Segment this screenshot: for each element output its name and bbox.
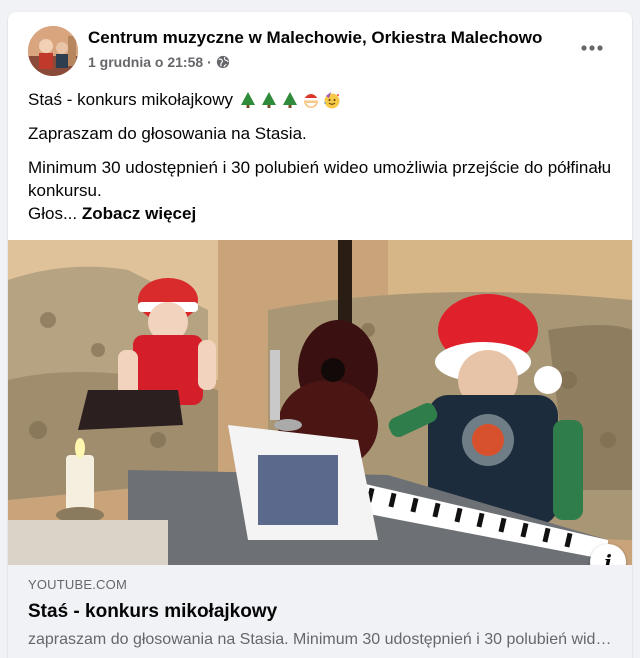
post-title-text: Staś - konkurs mikołajkowy <box>28 90 234 109</box>
post-timestamp[interactable]: 1 grudnia o 21:58 <box>88 54 203 70</box>
see-more-link[interactable]: Zobacz więcej <box>82 204 196 223</box>
globe-icon[interactable] <box>216 55 230 69</box>
meta-separator: · <box>207 54 212 70</box>
avatar-image <box>28 26 78 76</box>
more-options-icon <box>581 45 603 51</box>
link-preview[interactable]: YOUTUBE.COM Staś - konkurs mikołajkowy z… <box>8 565 632 658</box>
post-header: Centrum muzyczne w Malechowie, Orkiestra… <box>8 12 632 84</box>
link-description: zapraszam do głosowania na Stasia. Minim… <box>28 631 618 648</box>
info-icon: i <box>604 550 612 565</box>
post-details-text: Minimum 30 udostępnień i 30 polubień wid… <box>28 158 612 200</box>
post-meta: 1 grudnia o 21:58 · <box>88 54 230 70</box>
video-thumbnail[interactable]: i <box>8 240 632 565</box>
christmas-tree-icon <box>262 91 277 108</box>
video-thumbnail-image <box>8 240 632 565</box>
post-truncated-text: Głos... <box>28 204 78 223</box>
page-avatar[interactable] <box>28 26 78 76</box>
link-title[interactable]: Staś - konkurs mikołajkowy <box>28 601 277 623</box>
christmas-tree-icon <box>283 91 298 108</box>
christmas-tree-icon <box>241 91 256 108</box>
link-domain: YOUTUBE.COM <box>28 577 127 592</box>
post-line-title: Staś - konkurs mikołajkowy <box>28 88 341 111</box>
post-line-details: Minimum 30 udostępnień i 30 polubień wid… <box>28 156 618 225</box>
post-card: Centrum muzyczne w Malechowie, Orkiestra… <box>8 12 632 658</box>
more-options-button[interactable] <box>574 34 610 62</box>
page-name-link[interactable]: Centrum muzyczne w Malechowie, Orkiestra… <box>88 28 542 48</box>
post-line-vote: Zapraszam do głosowania na Stasia. <box>28 124 307 143</box>
party-face-icon <box>324 91 340 108</box>
santa-face-icon <box>304 93 319 108</box>
